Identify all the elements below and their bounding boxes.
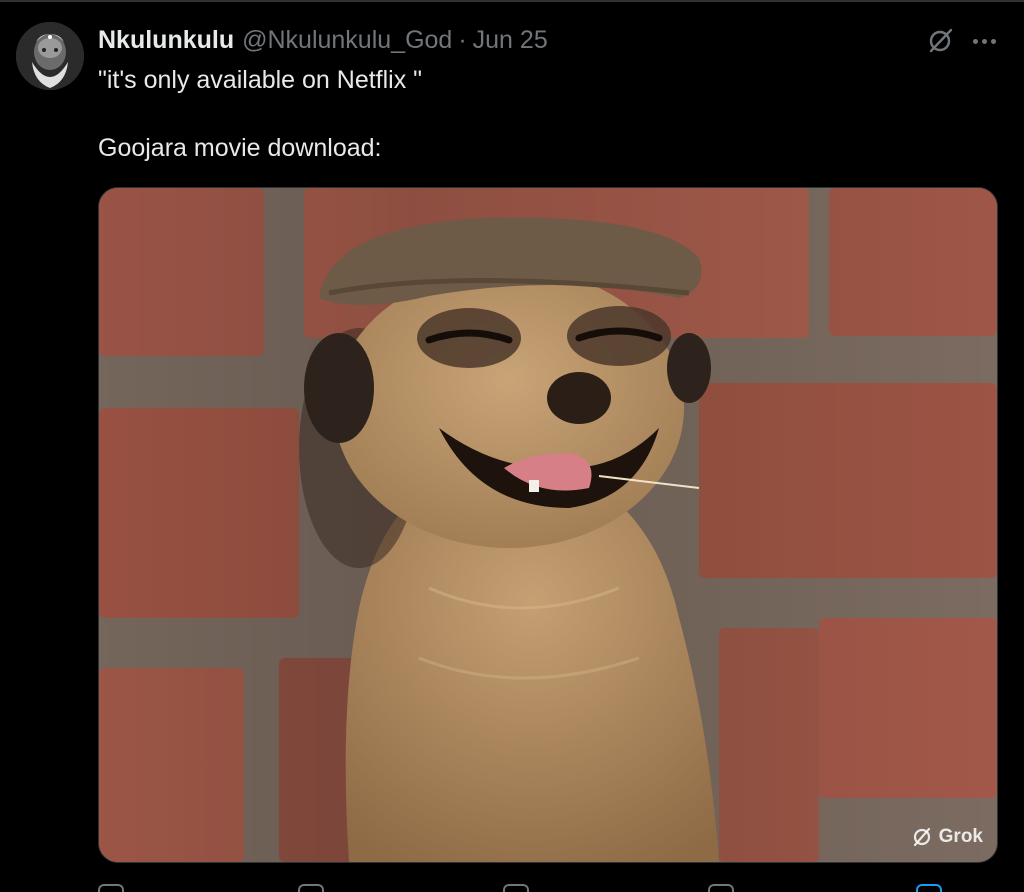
watermark-label: Grok	[938, 826, 983, 847]
tweet-action-bar	[98, 880, 978, 892]
meerkat-photo	[99, 188, 997, 862]
bookmark-icon[interactable]	[916, 884, 942, 892]
separator-dot: ·	[458, 26, 467, 54]
tweet-text: "it's only available on Netflix " Goojar…	[98, 63, 978, 165]
grok-watermark: Grok	[911, 826, 983, 848]
retweet-icon[interactable]	[298, 884, 324, 892]
tweet-top-actions	[925, 26, 996, 56]
views-icon[interactable]	[708, 884, 734, 892]
post-date[interactable]: Jun 25	[473, 26, 548, 55]
like-icon[interactable]	[503, 884, 529, 892]
tweet-header: Nkulunkulu @Nkulunkulu_God · Jun 25	[98, 26, 548, 56]
grok-icon[interactable]	[925, 26, 955, 56]
avatar[interactable]	[16, 22, 84, 90]
author-handle[interactable]: @Nkulunkulu_God	[242, 26, 452, 55]
reply-icon[interactable]	[98, 884, 124, 892]
author-name[interactable]: Nkulunkulu	[98, 26, 234, 55]
tweet-media-image[interactable]: Grok	[98, 187, 998, 863]
more-options-icon[interactable]	[973, 26, 996, 56]
tweet-text-line-1: "it's only available on Netflix "	[98, 66, 423, 94]
avatar-image	[16, 22, 84, 90]
grok-watermark-icon	[913, 827, 930, 847]
tweet[interactable]: Nkulunkulu @Nkulunkulu_God · Jun 25 "it'…	[0, 0, 1024, 892]
tweet-text-line-2: Goojara movie download:	[98, 134, 382, 162]
